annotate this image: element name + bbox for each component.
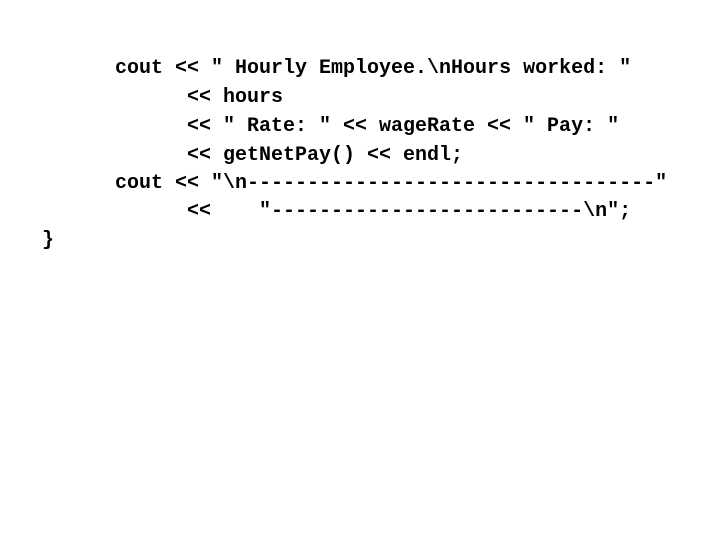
- code-line-3: << " Rate: " << wageRate << " Pay: ": [187, 115, 620, 138]
- code-line-1: cout << " Hourly Employee.\nHours worked…: [115, 57, 632, 80]
- code-line-5: cout << "\n-----------------------------…: [115, 172, 668, 195]
- code-line-4: << getNetPay() << endl;: [187, 144, 464, 167]
- closing-brace: }: [42, 229, 55, 252]
- code-line-6: << "--------------------------\n";: [187, 200, 632, 223]
- code-line-2: << hours: [187, 86, 284, 109]
